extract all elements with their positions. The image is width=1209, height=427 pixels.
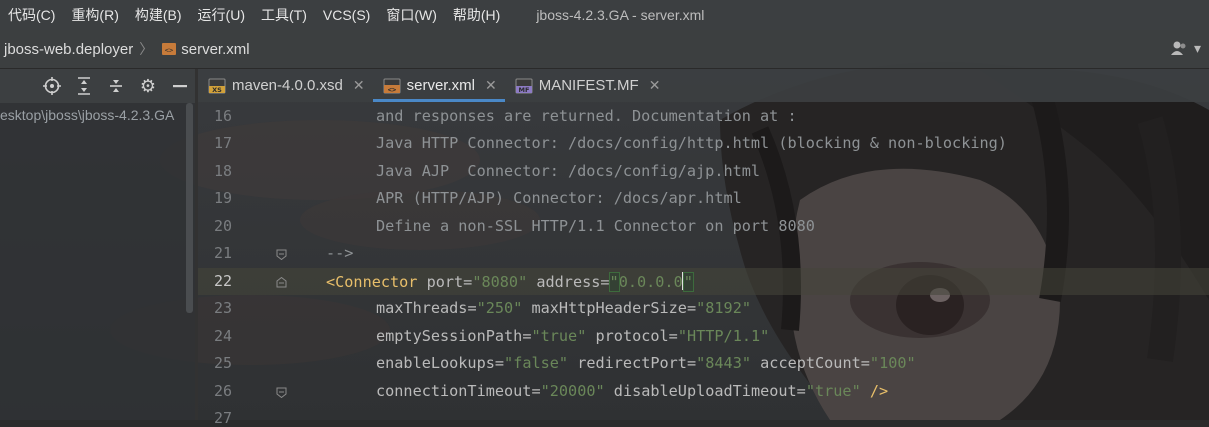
close-icon[interactable]: ✕ [353, 77, 365, 94]
xml-attr-value: HTTP/1.1 [686, 327, 761, 345]
menu-refactor[interactable]: 重构(R) [63, 0, 126, 30]
project-toolbar: ⚙ [0, 69, 195, 103]
panel-divider[interactable] [195, 69, 198, 420]
tab-label: server.xml [406, 77, 475, 94]
fold-end-icon[interactable] [276, 387, 287, 398]
code-line-comment: Java HTTP Connector: /docs/config/http.h… [376, 134, 1007, 152]
line-number: 19 [213, 189, 232, 207]
code-line-comment: Java AJP Connector: /docs/config/ajp.htm… [376, 162, 761, 180]
close-icon[interactable]: ✕ [485, 77, 497, 94]
close-icon[interactable]: ✕ [649, 77, 661, 94]
xml-attr-value: true [814, 382, 852, 400]
editor-gutter: 16 17 18 19 20 21 22 23 24 25 26 27 [198, 103, 293, 427]
xml-attr-name: maxHttpHeaderSize [531, 299, 687, 317]
code-line-attrs: emptySessionPath="true" protocol="HTTP/1… [376, 327, 770, 345]
line-number: 16 [213, 107, 232, 125]
line-number: 20 [213, 217, 232, 235]
xml-tag: <Connector [326, 273, 418, 291]
fold-start-icon[interactable] [276, 277, 287, 288]
locate-file-icon[interactable] [43, 77, 61, 95]
breadcrumb-file[interactable]: <> server.xml [157, 41, 251, 58]
line-number: 17 [213, 134, 232, 152]
code-line-attrs: maxThreads="250" maxHttpHeaderSize="8192… [376, 299, 751, 317]
xsd-file-icon: XS [208, 78, 226, 94]
line-number: 18 [213, 162, 232, 180]
breadcrumb-project[interactable]: jboss-web.deployer [0, 41, 135, 58]
menu-bar: 代码(C) 重构(R) 构建(B) 运行(U) 工具(T) VCS(S) 窗口(… [0, 0, 1209, 30]
xml-file-icon: <> [162, 42, 177, 55]
xml-attr-value: 8443 [705, 354, 742, 372]
fold-end-icon[interactable] [276, 249, 287, 260]
code-line-connector: <Connector port="8080" address="0.0.0.0" [326, 272, 694, 292]
code-line-attrs: enableLookups="false" redirectPort="8443… [376, 354, 916, 372]
line-number: 23 [213, 299, 232, 317]
line-number: 24 [213, 327, 232, 345]
code-line-attrs: connectionTimeout="20000" disableUploadT… [376, 382, 889, 400]
svg-text:XS: XS [212, 86, 222, 94]
breadcrumb-separator-icon: 〉 [139, 41, 154, 57]
xml-attr-value: 8192 [705, 299, 742, 317]
code-line-comment-end: --> [326, 244, 354, 262]
xml-attr-name: port [426, 273, 464, 291]
tab-manifest[interactable]: MF MANIFEST.MF ✕ [505, 69, 669, 102]
xml-tag-close: /> [869, 382, 889, 400]
menu-run[interactable]: 运行(U) [190, 0, 253, 30]
menu-tools[interactable]: 工具(T) [253, 0, 315, 30]
project-panel-scrollbar[interactable] [186, 103, 193, 313]
xml-attr-name: disableUploadTimeout [613, 382, 797, 400]
tab-label: maven-4.0.0.xsd [232, 77, 343, 94]
tab-server-xml[interactable]: <> server.xml ✕ [372, 69, 505, 102]
xml-attr-name: maxThreads [376, 299, 468, 317]
xml-attr-name: address [536, 273, 601, 291]
svg-text:MF: MF [518, 86, 529, 94]
tab-maven-xsd[interactable]: XS maven-4.0.0.xsd ✕ [198, 69, 373, 102]
editor-tab-bar: XS maven-4.0.0.xsd ✕ <> server.xml ✕ MF … [198, 69, 1209, 102]
collapse-all-icon[interactable] [107, 77, 125, 95]
window-title: jboss-4.2.3.GA - server.xml [536, 7, 705, 23]
xml-attr-value: false [513, 354, 559, 372]
manifest-file-icon: MF [515, 78, 533, 94]
code-line-comment: Define a non-SSL HTTP/1.1 Connector on p… [376, 217, 815, 235]
menu-vcs[interactable]: VCS(S) [315, 0, 378, 30]
xml-attr-name: protocol [595, 327, 669, 345]
xml-attr-name: connectionTimeout [376, 382, 532, 400]
menu-code[interactable]: 代码(C) [0, 0, 63, 30]
xml-attr-name: acceptCount [760, 354, 861, 372]
xml-attr-value: 20000 [549, 382, 596, 400]
project-panel: esktop\jboss\jboss-4.2.3.GA [0, 103, 195, 420]
line-number: 26 [213, 382, 232, 400]
menu-build[interactable]: 构建(B) [127, 0, 190, 30]
code-editor[interactable]: 16 17 18 19 20 21 22 23 24 25 26 27 and … [198, 103, 1209, 427]
xml-attr-name: redirectPort [577, 354, 687, 372]
breadcrumb-file-label: server.xml [181, 40, 250, 58]
xml-attr-value: 250 [485, 299, 514, 317]
hide-panel-icon[interactable] [171, 77, 189, 95]
menu-help[interactable]: 帮助(H) [445, 0, 508, 30]
xml-file-icon: <> [383, 78, 401, 94]
project-root-path[interactable]: esktop\jboss\jboss-4.2.3.GA [0, 107, 195, 123]
xml-attr-value: 8080 [481, 273, 519, 291]
user-icon[interactable] [1170, 40, 1188, 59]
line-number: 21 [213, 244, 232, 262]
xml-attr-value: 0.0.0.0 [618, 273, 683, 291]
line-number: 25 [213, 354, 232, 372]
nav-right-controls: ▾ [1170, 40, 1201, 59]
code-line-comment: APR (HTTP/AJP) Connector: /docs/apr.html [376, 189, 742, 207]
svg-text:<>: <> [165, 46, 173, 54]
code-line-comment: and responses are returned. Documentatio… [376, 107, 797, 125]
menu-window[interactable]: 窗口(W) [378, 0, 445, 30]
line-number: 27 [213, 409, 232, 427]
xml-attr-name: emptySessionPath [376, 327, 523, 345]
navigation-bar: jboss-web.deployer 〉 <> server.xml ▾ [0, 30, 1209, 69]
tab-label: MANIFEST.MF [538, 77, 639, 94]
dropdown-arrow-icon[interactable]: ▾ [1194, 40, 1201, 59]
settings-gear-icon[interactable]: ⚙ [139, 76, 157, 96]
xml-attr-value: 100 [879, 354, 907, 372]
line-number-current: 22 [213, 272, 232, 290]
expand-all-icon[interactable] [75, 77, 93, 95]
xml-attr-name: enableLookups [376, 354, 495, 372]
xml-attr-value: true [540, 327, 578, 345]
svg-text:<>: <> [387, 86, 395, 94]
